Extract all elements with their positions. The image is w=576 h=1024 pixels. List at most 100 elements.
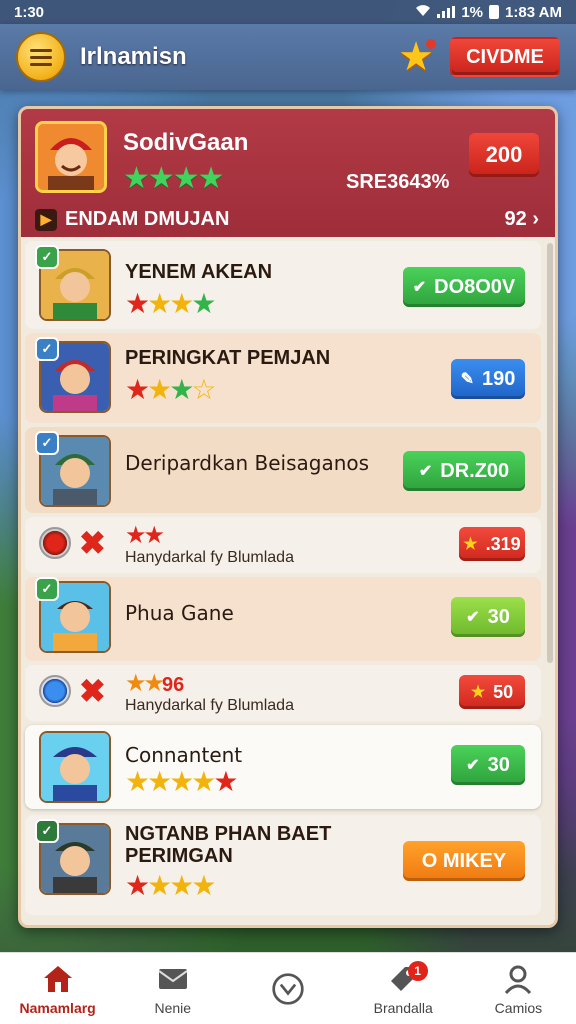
- row-button-label: 30: [487, 605, 510, 628]
- row-title-line2: PERIMGAN: [125, 845, 233, 867]
- row-rating-stars: ★★★★: [125, 288, 216, 319]
- player-score-button[interactable]: 200: [469, 133, 539, 177]
- notification-badge: 1: [407, 961, 428, 981]
- row-title: Connantent: [125, 743, 243, 767]
- check-icon: ✔: [412, 279, 427, 296]
- subheader-label: ENDAM DMUJAN: [65, 208, 230, 230]
- status-battery-text: 1%: [461, 3, 484, 21]
- player-code: SRE3643%: [346, 171, 450, 193]
- list-item[interactable]: ✓ Deripardkan Beisaganos ✔ DR.Z00: [25, 427, 541, 513]
- nav-offers[interactable]: 1 Brandalla: [346, 953, 461, 1024]
- player-rating-stars: ★★★★: [123, 162, 225, 195]
- row-title: YENEM AKEAN: [125, 261, 273, 283]
- row-caption: Hanydarkal fy Blumlada: [125, 697, 294, 714]
- rank-badge: ✓: [35, 431, 59, 455]
- cross-icon: ✖: [79, 525, 106, 561]
- wifi-icon: [415, 3, 431, 21]
- rank-badge: ✓: [35, 245, 59, 269]
- rank-badge: ✓: [35, 337, 59, 361]
- list-item[interactable]: ✓ PERINGKAT PEMJAN ★★★☆ ✎ 190: [25, 333, 541, 423]
- bottom-navigation: Namamlarg Nenie 1 Brandalla Camios: [0, 952, 576, 1024]
- row-action-button[interactable]: ✔ DO8O0V: [403, 267, 525, 307]
- leaderboard-panel: SodivGaan ★★★★ SRE3643% 200 ▶ ENDAM DMUJ…: [18, 106, 558, 928]
- row-action-button[interactable]: ✔ 30: [451, 745, 525, 785]
- row-button-label: DO8O0V: [434, 275, 516, 298]
- row-title: PERINGKAT PEMJAN: [125, 347, 331, 369]
- signal-icon: [437, 6, 456, 18]
- row-rating-stars: ★★★☆: [125, 374, 216, 405]
- row-caption: Hanydarkal fy Blumlada: [125, 549, 294, 566]
- row-title-line1: NGTANB PHAN BAET: [125, 823, 332, 845]
- list-item[interactable]: ✖ ★★96 Hanydarkal fy Blumlada ★ 50: [25, 665, 541, 721]
- star-icon: ★: [463, 536, 478, 553]
- list-item[interactable]: ✓ NGTANB PHAN BAET PERIMGAN ★★★★ O MIKEY: [25, 815, 541, 915]
- menu-icon-bar: [30, 62, 52, 66]
- profile-icon: [271, 972, 305, 1006]
- list-item[interactable]: Connantent ★★★★★ ✔ 30: [25, 725, 541, 809]
- leaderboard-list: ✓ YENEM AKEAN ★★★★ ✔ DO8O0V ✓ PERINGKAT P…: [21, 237, 555, 925]
- row-action-button[interactable]: ✎ 190: [451, 359, 525, 399]
- menu-icon-bar: [30, 48, 52, 52]
- row-rating-stars: ★★96: [125, 670, 185, 697]
- check-icon: ✔: [466, 757, 480, 774]
- scrollbar[interactable]: [547, 243, 553, 663]
- row-button-label: 50: [493, 681, 514, 702]
- target-icon: [39, 675, 71, 707]
- nav-label: Nenie: [154, 999, 192, 1016]
- check-icon: ✔: [466, 609, 480, 626]
- cross-icon: ✖: [79, 673, 106, 709]
- row-stars-count: 96: [162, 674, 185, 696]
- list-item[interactable]: ✓ YENEM AKEAN ★★★★ ✔ DO8O0V: [25, 241, 541, 329]
- nav-label: Namamlarg: [19, 999, 96, 1016]
- panel-header: SodivGaan ★★★★ SRE3643% 200 ▶ ENDAM DMUJ…: [21, 109, 555, 237]
- menu-button[interactable]: [16, 32, 66, 82]
- row-action-button[interactable]: O MIKEY: [403, 841, 525, 881]
- panel-subheader[interactable]: ▶ ENDAM DMUJAN: [35, 208, 229, 231]
- rank-badge: ✓: [35, 819, 59, 843]
- row-action-button[interactable]: ★ .319: [459, 527, 525, 561]
- status-icons: 1% 1:83 AM: [415, 3, 562, 21]
- row-title: Phua Gane: [125, 601, 234, 625]
- nav-messages[interactable]: Nenie: [115, 953, 230, 1024]
- favorites-star-icon[interactable]: ★: [394, 35, 438, 79]
- pencil-icon: ✎: [460, 371, 475, 388]
- nav-label: Camios: [494, 999, 543, 1016]
- status-time: 1:30: [14, 3, 45, 21]
- row-action-button[interactable]: ★ 50: [459, 675, 525, 709]
- row-rating-stars: ★★★★★: [125, 766, 239, 797]
- nav-home[interactable]: Namamlarg: [0, 953, 115, 1024]
- list-item[interactable]: ✖ ★★ Hanydarkal fy Blumlada ★ .319: [25, 517, 541, 573]
- row-icons: ✖: [39, 675, 106, 707]
- see-more-link[interactable]: 92 ›: [505, 208, 539, 231]
- app-bar: Irlnamisn ★ CIVDME: [0, 24, 576, 90]
- row-title: Deripardkan Beisaganos: [125, 451, 370, 475]
- row-icons: ✖: [39, 527, 106, 559]
- menu-icon-bar: [30, 55, 52, 59]
- row-rating-stars: ★★: [125, 522, 165, 549]
- row-action-button[interactable]: ✔ 30: [451, 597, 525, 637]
- mail-icon: [156, 962, 190, 996]
- avatar: [39, 731, 111, 803]
- star-icon: ★: [470, 684, 486, 701]
- category-icon: ▶: [35, 208, 57, 231]
- appbar-action-button[interactable]: CIVDME: [450, 37, 560, 77]
- row-button-label: 190: [482, 367, 516, 390]
- row-action-button[interactable]: ✔ DR.Z00: [403, 451, 525, 491]
- row-button-label: .319: [485, 533, 521, 554]
- status-clock: 1:83 AM: [505, 3, 562, 21]
- list-item[interactable]: ✓ Phua Gane ✔ 30: [25, 577, 541, 661]
- target-icon: [39, 527, 71, 559]
- nav-account[interactable]: Camios: [461, 953, 576, 1024]
- app-title: Irlnamisn: [80, 43, 187, 70]
- row-button-label: DR.Z00: [440, 459, 510, 482]
- row-button-label: 30: [487, 753, 510, 776]
- row-rating-stars: ★★★★: [125, 870, 216, 901]
- player-name: SodivGaan: [123, 129, 249, 156]
- check-icon: ✔: [418, 463, 433, 480]
- user-icon: [501, 962, 535, 996]
- rank-badge: ✓: [35, 577, 59, 601]
- nav-profile[interactable]: [230, 953, 345, 1024]
- notification-dot: [426, 39, 436, 49]
- player-avatar[interactable]: [35, 121, 107, 193]
- status-bar: 1:30 1% 1:83 AM: [0, 0, 576, 24]
